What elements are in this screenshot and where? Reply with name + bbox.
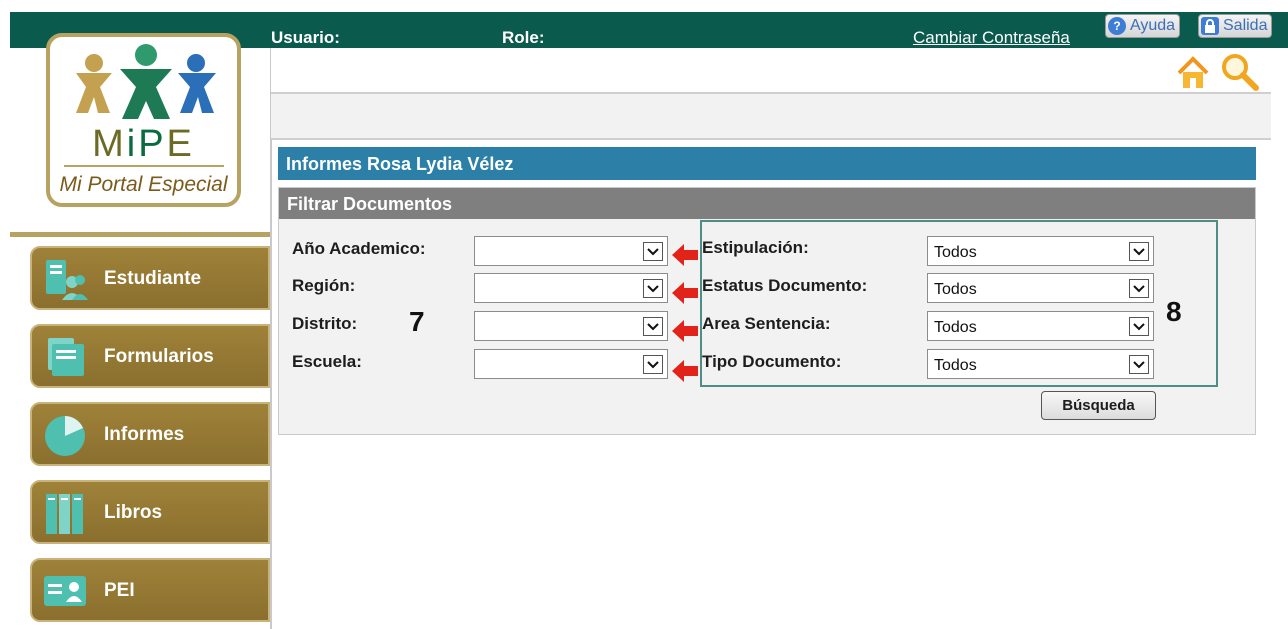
filter-panel-title: Filtrar Documentos	[279, 188, 1255, 219]
search-icon[interactable]	[1220, 52, 1260, 92]
logo-mipe-text: MiPE	[92, 123, 195, 165]
logout-button[interactable]: Salida	[1198, 14, 1273, 38]
chevron-down-icon[interactable]	[1129, 355, 1149, 374]
sidebar-item-label: Estudiante	[104, 268, 202, 289]
chevron-down-icon[interactable]	[1129, 242, 1149, 261]
region-select[interactable]	[474, 273, 668, 303]
sidebar-item-label: Formularios	[104, 346, 214, 367]
mipe-logo[interactable]: MiPE Mi Portal Especial	[46, 33, 241, 207]
red-arrow-icon	[672, 244, 698, 266]
sentence-area-label: Area Sentencia:	[702, 314, 831, 333]
sidebar-item-pei[interactable]: PEI	[30, 558, 270, 622]
document-status-label: Estatus Documento:	[702, 276, 868, 295]
help-button[interactable]: ? Ayuda	[1105, 14, 1181, 38]
academic-year-select[interactable]	[474, 236, 668, 266]
sentence-area-select[interactable]: Todos	[927, 311, 1154, 341]
search-button[interactable]: Búsqueda	[1041, 391, 1156, 420]
home-icon[interactable]	[1175, 55, 1211, 91]
document-type-label: Tipo Documento:	[702, 352, 842, 371]
school-label: Escuela:	[292, 352, 362, 371]
logo-divider	[64, 165, 224, 167]
region-label: Región:	[292, 276, 356, 295]
chevron-down-icon[interactable]	[643, 355, 663, 374]
chevron-down-icon[interactable]	[1129, 317, 1149, 336]
red-arrow-icon	[672, 320, 698, 342]
role-label: Role:	[502, 28, 545, 47]
sidebar-item-informes[interactable]: Informes	[30, 402, 270, 466]
district-label: Distrito:	[292, 314, 358, 333]
stipulation-select[interactable]: Todos	[927, 236, 1154, 266]
annotation-number-8: 8	[1166, 296, 1182, 327]
forms-icon	[48, 338, 84, 376]
children-figures-icon	[76, 44, 216, 119]
app-window: Usuario: Role: Cambiar Contraseña ? Ayud…	[0, 0, 1288, 629]
page-title: Informes Rosa Lydia Vélez	[278, 147, 1256, 180]
red-arrow-icon	[672, 360, 698, 382]
sidebar-item-estudiante[interactable]: Estudiante	[30, 246, 270, 310]
document-type-select[interactable]: Todos	[927, 349, 1154, 379]
document-status-select[interactable]: Todos	[927, 273, 1154, 303]
toolbar-strip	[271, 48, 1271, 94]
breadcrumb-strip	[271, 94, 1271, 140]
select-value: Todos	[934, 319, 977, 336]
chevron-down-icon[interactable]	[643, 242, 663, 261]
sidebar-item-libros[interactable]: Libros	[30, 480, 270, 544]
help-button-label: Ayuda	[1130, 17, 1176, 34]
chevron-down-icon[interactable]	[1129, 279, 1149, 298]
logo-tagline: Mi Portal Especial	[59, 173, 228, 196]
red-arrow-icon	[672, 282, 698, 304]
academic-year-label: Año Academico:	[292, 239, 426, 258]
stipulation-label: Estipulación:	[702, 238, 809, 257]
chevron-down-icon[interactable]	[643, 279, 663, 298]
school-select[interactable]	[474, 349, 668, 379]
annotation-number-7: 7	[409, 306, 425, 337]
sidebar-item-label: Libros	[104, 502, 163, 523]
student-icon	[46, 260, 88, 300]
lock-icon	[1201, 17, 1219, 35]
pei-icon	[44, 576, 86, 606]
usuario-label: Usuario:	[271, 28, 340, 47]
logout-button-label: Salida	[1223, 17, 1268, 34]
select-value: Todos	[934, 244, 977, 261]
sidebar-item-label: Informes	[104, 424, 185, 445]
select-value: Todos	[934, 357, 977, 374]
chevron-down-icon[interactable]	[643, 317, 663, 336]
help-icon: ?	[1108, 17, 1126, 35]
sidebar-divider	[10, 232, 270, 237]
sidebar-item-label: PEI	[104, 580, 135, 601]
books-icon	[46, 494, 83, 534]
select-value: Todos	[934, 281, 977, 298]
reports-icon	[45, 416, 85, 456]
sidebar-item-formularios[interactable]: Formularios	[30, 324, 270, 388]
change-password-link[interactable]: Cambiar Contraseña	[913, 28, 1070, 48]
district-select[interactable]	[474, 311, 668, 341]
